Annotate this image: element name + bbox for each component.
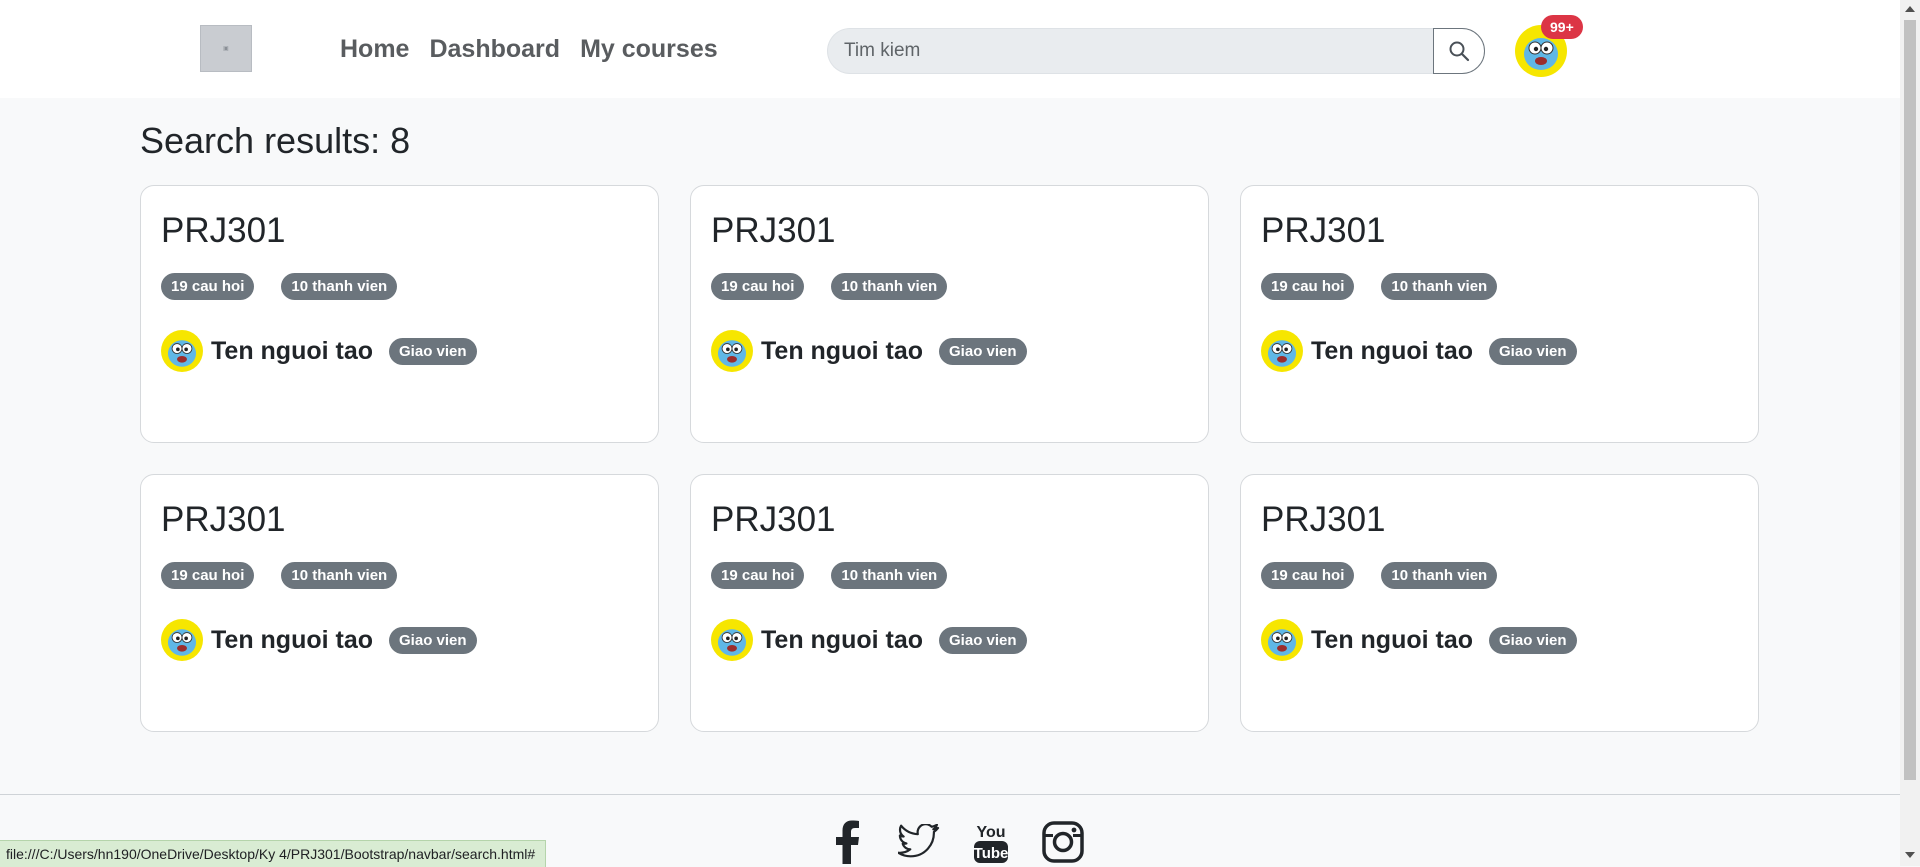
course-title: PRJ301 bbox=[161, 211, 286, 250]
creator-info: Ten nguoi tao Giao vien bbox=[1261, 619, 1738, 661]
avatar bbox=[1261, 330, 1303, 372]
results-grid: PRJ301 19 cau hoi 10 thanh vien Ten nguo… bbox=[140, 185, 1760, 732]
course-badges: 19 cau hoi 10 thanh vien bbox=[711, 562, 1188, 589]
course-title: PRJ301 bbox=[1261, 500, 1386, 539]
member-count-badge: 10 thanh vien bbox=[281, 562, 398, 589]
creator-name: Ten nguoi tao bbox=[1311, 625, 1474, 654]
nav-links: Home Dashboard My courses bbox=[340, 32, 718, 66]
social-links: You Tube bbox=[826, 818, 1084, 866]
creator-name: Ten nguoi tao bbox=[211, 625, 374, 654]
course-title: PRJ301 bbox=[711, 211, 836, 250]
scroll-down-icon[interactable] bbox=[1905, 852, 1915, 858]
status-bar-url: file:///C:/Users/hn190/OneDrive/Desktop/… bbox=[0, 840, 547, 867]
navbar: ▣ Home Dashboard My courses 99+ bbox=[0, 0, 1900, 98]
member-count-badge: 10 thanh vien bbox=[831, 273, 948, 300]
logo[interactable]: ▣ bbox=[200, 25, 252, 72]
question-count-badge: 19 cau hoi bbox=[1261, 562, 1355, 589]
creator-info: Ten nguoi tao Giao vien bbox=[1261, 330, 1738, 372]
creator-info: Ten nguoi tao Giao vien bbox=[711, 330, 1188, 372]
course-title: PRJ301 bbox=[161, 500, 286, 539]
search-button[interactable] bbox=[1433, 28, 1485, 74]
member-count-badge: 10 thanh vien bbox=[831, 562, 948, 589]
scroll-thumb[interactable] bbox=[1904, 20, 1916, 780]
course-title: PRJ301 bbox=[1261, 211, 1386, 250]
creator-info: Ten nguoi tao Giao vien bbox=[711, 619, 1188, 661]
question-count-badge: 19 cau hoi bbox=[1261, 273, 1355, 300]
avatar-icon bbox=[1267, 629, 1297, 656]
avatar bbox=[711, 330, 753, 372]
logo-placeholder-mark: ▣ bbox=[223, 46, 229, 52]
nav-link-dashboard[interactable]: Dashboard bbox=[429, 32, 560, 66]
role-badge: Giao vien bbox=[389, 626, 477, 654]
twitter-icon[interactable] bbox=[898, 818, 940, 866]
avatar-icon bbox=[717, 629, 747, 656]
youtube-icon[interactable]: You Tube bbox=[970, 818, 1012, 866]
search-input[interactable] bbox=[827, 28, 1433, 74]
course-badges: 19 cau hoi 10 thanh vien bbox=[161, 273, 638, 300]
question-count-badge: 19 cau hoi bbox=[711, 273, 805, 300]
user-avatar-button[interactable]: 99+ bbox=[1515, 15, 1583, 77]
page-title: Search results: 8 bbox=[140, 120, 411, 161]
nav-link-my-courses[interactable]: My courses bbox=[580, 32, 718, 66]
notification-badge: 99+ bbox=[1541, 15, 1583, 39]
course-badges: 19 cau hoi 10 thanh vien bbox=[711, 273, 1188, 300]
course-badges: 19 cau hoi 10 thanh vien bbox=[161, 562, 638, 589]
avatar bbox=[161, 330, 203, 372]
creator-name: Ten nguoi tao bbox=[211, 336, 374, 365]
role-badge: Giao vien bbox=[1489, 337, 1577, 365]
creator-info: Ten nguoi tao Giao vien bbox=[161, 330, 638, 372]
instagram-icon[interactable] bbox=[1042, 818, 1084, 866]
avatar-icon bbox=[717, 340, 747, 367]
question-count-badge: 19 cau hoi bbox=[161, 562, 255, 589]
facebook-icon[interactable] bbox=[826, 818, 868, 866]
avatar-icon bbox=[1267, 340, 1297, 367]
creator-name: Ten nguoi tao bbox=[1311, 336, 1474, 365]
avatar bbox=[1261, 619, 1303, 661]
course-badges: 19 cau hoi 10 thanh vien bbox=[1261, 562, 1738, 589]
youtube-text-bottom: Tube bbox=[974, 845, 1009, 862]
course-card[interactable]: PRJ301 19 cau hoi 10 thanh vien Ten nguo… bbox=[690, 474, 1209, 732]
course-card[interactable]: PRJ301 19 cau hoi 10 thanh vien Ten nguo… bbox=[1240, 185, 1759, 443]
avatar bbox=[161, 619, 203, 661]
course-card[interactable]: PRJ301 19 cau hoi 10 thanh vien Ten nguo… bbox=[1240, 474, 1759, 732]
course-card[interactable]: PRJ301 19 cau hoi 10 thanh vien Ten nguo… bbox=[690, 185, 1209, 443]
role-badge: Giao vien bbox=[939, 337, 1027, 365]
footer-divider bbox=[0, 794, 1900, 795]
avatar bbox=[711, 619, 753, 661]
nav-link-home[interactable]: Home bbox=[340, 32, 409, 66]
creator-info: Ten nguoi tao Giao vien bbox=[161, 619, 638, 661]
course-title: PRJ301 bbox=[711, 500, 836, 539]
role-badge: Giao vien bbox=[1489, 626, 1577, 654]
role-badge: Giao vien bbox=[939, 626, 1027, 654]
member-count-badge: 10 thanh vien bbox=[1381, 273, 1498, 300]
question-count-badge: 19 cau hoi bbox=[711, 562, 805, 589]
course-card[interactable]: PRJ301 19 cau hoi 10 thanh vien Ten nguo… bbox=[140, 185, 659, 443]
member-count-badge: 10 thanh vien bbox=[281, 273, 398, 300]
search-form bbox=[827, 28, 1485, 74]
vertical-scrollbar[interactable] bbox=[1900, 0, 1920, 866]
avatar-icon bbox=[167, 629, 197, 656]
scroll-up-icon[interactable] bbox=[1905, 6, 1915, 12]
member-count-badge: 10 thanh vien bbox=[1381, 562, 1498, 589]
youtube-text-top: You bbox=[976, 824, 1005, 841]
course-badges: 19 cau hoi 10 thanh vien bbox=[1261, 273, 1738, 300]
avatar-icon bbox=[167, 340, 197, 367]
course-card[interactable]: PRJ301 19 cau hoi 10 thanh vien Ten nguo… bbox=[140, 474, 659, 732]
role-badge: Giao vien bbox=[389, 337, 477, 365]
search-icon bbox=[1449, 41, 1470, 62]
creator-name: Ten nguoi tao bbox=[761, 336, 924, 365]
question-count-badge: 19 cau hoi bbox=[161, 273, 255, 300]
creator-name: Ten nguoi tao bbox=[761, 625, 924, 654]
